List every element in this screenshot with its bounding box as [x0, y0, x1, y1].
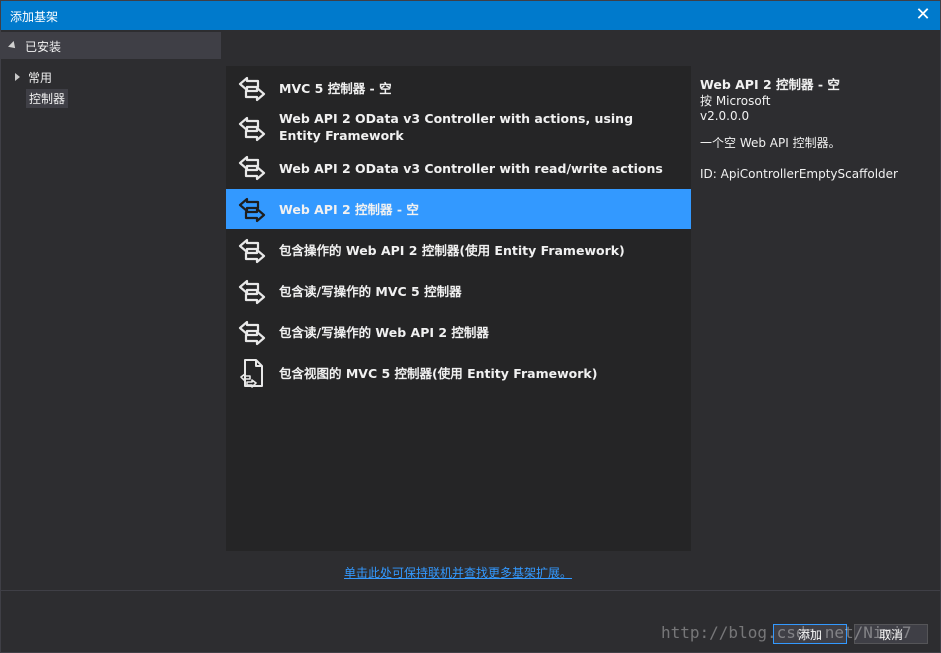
list-item[interactable]: Web API 2 OData v3 Controller with read/… — [226, 149, 691, 188]
list-item[interactable]: Web API 2 OData v3 Controller with actio… — [226, 107, 691, 149]
add-scaffold-dialog: 添加基架 ✕ 已安装 常用 控制器 MVC 5 控制器 - 空 Web API … — [0, 0, 941, 653]
add-button[interactable]: 添加 — [773, 624, 847, 644]
list-item-label: 包含读/写操作的 MVC 5 控制器 — [279, 284, 462, 299]
detail-description: 一个空 Web API 控制器。 — [700, 136, 841, 150]
controller-icon — [238, 320, 266, 346]
detail-title: Web API 2 控制器 - 空 — [700, 77, 840, 92]
controller-icon — [238, 155, 266, 181]
tree-item-label: 常用 — [28, 71, 53, 85]
online-extensions-link[interactable]: 单击此处可保持联机并查找更多基架扩展。 — [344, 564, 572, 581]
controller-icon — [238, 238, 266, 264]
detail-author: 按 Microsoft — [700, 94, 771, 108]
list-item-selected[interactable]: Web API 2 控制器 - 空 — [226, 189, 691, 229]
list-item[interactable]: 包含视图的 MVC 5 控制器(使用 Entity Framework) — [226, 353, 691, 393]
list-item-label: 包含视图的 MVC 5 控制器(使用 Entity Framework) — [279, 366, 598, 381]
tree-header-label: 已安装 — [25, 40, 62, 54]
tree-item-common[interactable]: 常用 — [15, 69, 52, 86]
tree-installed-header[interactable]: 已安装 — [1, 32, 221, 59]
controller-icon — [238, 279, 266, 305]
list-item[interactable]: 包含读/写操作的 Web API 2 控制器 — [226, 312, 691, 352]
list-item-label: Web API 2 OData v3 Controller with read/… — [279, 161, 663, 176]
list-item-label: 包含操作的 Web API 2 控制器(使用 Entity Framework) — [279, 243, 625, 258]
close-icon[interactable]: ✕ — [910, 3, 936, 27]
list-item-label: 包含读/写操作的 Web API 2 控制器 — [279, 325, 489, 340]
list-item[interactable]: 包含读/写操作的 MVC 5 控制器 — [226, 271, 691, 311]
header-strip — [221, 32, 940, 59]
title-bar: 添加基架 ✕ — [1, 1, 940, 30]
list-item-label: Web API 2 控制器 - 空 — [279, 202, 419, 217]
window-title: 添加基架 — [10, 10, 59, 24]
controller-icon — [238, 197, 266, 223]
list-item-label: MVC 5 控制器 - 空 — [279, 81, 392, 96]
controller-icon — [238, 76, 266, 102]
tree-item-controller[interactable]: 控制器 — [26, 89, 69, 108]
controller-icon — [238, 116, 266, 142]
detail-id: ID: ApiControllerEmptyScaffolder — [700, 167, 898, 181]
collapse-caret-icon — [15, 73, 20, 81]
cancel-button[interactable]: 取消 — [854, 624, 928, 644]
view-page-icon — [240, 359, 263, 388]
detail-version: v2.0.0.0 — [700, 109, 750, 123]
list-item[interactable]: 包含操作的 Web API 2 控制器(使用 Entity Framework) — [226, 230, 691, 270]
expand-caret-icon — [8, 41, 18, 51]
list-item[interactable]: MVC 5 控制器 - 空 — [226, 69, 691, 107]
scaffold-list: MVC 5 控制器 - 空 Web API 2 OData v3 Control… — [226, 66, 691, 551]
list-item-label: Web API 2 OData v3 Controller with actio… — [279, 111, 634, 143]
tree-item-label: 控制器 — [29, 92, 66, 106]
